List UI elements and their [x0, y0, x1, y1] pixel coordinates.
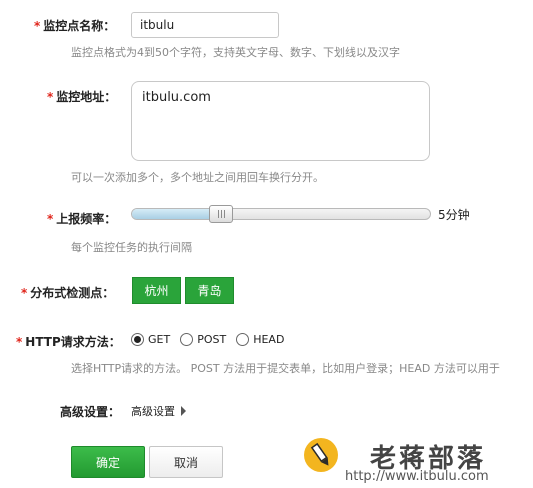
required-mark: * — [16, 335, 23, 349]
name-label: * 监控点名称： — [34, 17, 115, 34]
advanced-settings-link: 高级设置 — [131, 405, 175, 418]
name-label-text: 监控点名称： — [43, 19, 116, 33]
method-radio-group: GET POST HEAD — [131, 333, 284, 346]
frequency-label: * 上报频率： — [47, 210, 116, 227]
point-qingdao-button[interactable]: 青岛 — [185, 277, 234, 304]
name-hint: 监控点格式为4到50个字符，支持英文字母、数字、下划线以及汉字 — [71, 46, 400, 59]
radio-head[interactable] — [236, 333, 250, 346]
watermark-url: http://www.itbulu.com — [345, 469, 489, 484]
distributed-label-text: 分布式检测点： — [30, 286, 115, 300]
point-hangzhou-button[interactable]: 杭州 — [132, 277, 181, 304]
monitor-address-textarea[interactable]: itbulu.com — [131, 81, 430, 161]
monitor-name-input[interactable] — [131, 12, 279, 38]
frequency-value: 5分钟 — [438, 208, 470, 222]
slider-handle[interactable] — [209, 205, 233, 223]
advanced-settings-toggle[interactable]: 高级设置 — [131, 403, 186, 419]
address-label-text: 监控地址： — [56, 90, 117, 104]
confirm-button[interactable]: 确定 — [71, 446, 145, 478]
required-mark: * — [21, 286, 28, 300]
radio-post-label: POST — [197, 333, 227, 346]
method-label-text: HTTP请求方法： — [25, 335, 121, 349]
frequency-slider[interactable] — [131, 205, 431, 223]
caret-right-icon — [181, 406, 186, 416]
method-hint: 选择HTTP请求的方法。 POST 方法用于提交表单，比如用户登录；HEAD 方… — [71, 362, 500, 375]
required-mark: * — [47, 212, 54, 226]
address-hint: 可以一次添加多个，多个地址之间用回车换行分开。 — [71, 171, 324, 184]
method-label: * HTTP请求方法： — [16, 333, 121, 350]
radio-head-label: HEAD — [253, 333, 285, 346]
frequency-hint: 每个监控任务的执行间隔 — [71, 241, 192, 254]
distributed-label: * 分布式检测点： — [21, 284, 114, 301]
cancel-button[interactable]: 取消 — [149, 446, 223, 478]
radio-get-label: GET — [148, 333, 171, 346]
radio-get[interactable] — [131, 333, 144, 346]
advanced-label: 高级设置： — [60, 405, 121, 419]
frequency-label-text: 上报频率： — [56, 212, 117, 226]
slider-track — [131, 208, 431, 220]
address-label: * 监控地址： — [47, 88, 116, 105]
pencil-logo-icon — [303, 437, 339, 473]
required-mark: * — [34, 19, 41, 33]
required-mark: * — [47, 90, 54, 104]
radio-post[interactable] — [180, 333, 194, 346]
